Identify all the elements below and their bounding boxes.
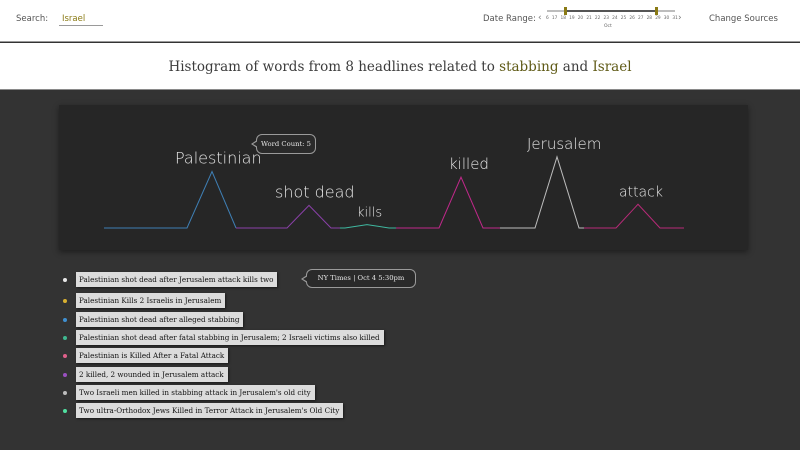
title-band: Histogram of words from 8 headlines rela… [0,43,800,90]
title-conjunction: and [562,59,589,75]
word-histogram-chart: Palestinian shot dead kills killed Jerusalem… [59,105,748,250]
headline-text[interactable]: Palestinian shot dead after Jerusalem at… [76,272,278,287]
date-day-tick[interactable]: 27 [638,16,643,21]
date-next-arrow-icon[interactable]: › [678,13,682,23]
date-day-tick[interactable]: 28 [647,16,652,21]
date-day-tick[interactable]: 30 [664,16,669,21]
date-day-tick[interactable]: 19 [569,16,574,21]
histogram-peak-palestinian[interactable] [104,170,237,229]
headline-text[interactable]: Palestinian Kills 2 Israelis in Jerusale… [76,293,226,309]
date-day-tick[interactable]: 26 [629,16,634,21]
date-day-tick[interactable]: 6 [546,16,549,21]
date-day-ticks: 6 17 18 19 20 21 22 23 24 25 26 27 28 29 30 31 [546,16,678,21]
date-day-tick[interactable]: 18 [560,16,565,21]
headline-bullet-icon [63,354,67,359]
date-day-tick[interactable]: 20 [578,16,583,21]
headline-text[interactable]: Palestinian shot dead after fatal stabbi… [76,329,384,345]
headline-bullet-icon [63,372,67,377]
headline-text[interactable]: 2 killed, 2 wounded in Jerusalem attack [76,366,228,382]
date-prev-arrow-icon[interactable]: ‹ [538,13,542,23]
date-range-label: Date Range: [483,14,536,24]
histogram-peak-attack[interactable] [584,203,684,229]
title-keyword-1: stabbing [499,59,559,75]
histogram-peak-jerusalem[interactable] [500,155,584,229]
title-keyword-2: Israel [592,59,632,75]
histogram-word-label: Palestinian [175,149,262,168]
change-sources-link[interactable]: Change Sources [709,14,778,24]
headline-text[interactable]: Two ultra-Orthodox Jews Killed in Terror… [76,403,344,419]
headline-bullet-icon [63,299,67,304]
word-count-tooltip: Word Count: 5 [251,134,316,154]
histogram-word-label: Jerusalem [527,135,601,153]
histogram-peak-killed[interactable] [396,175,500,229]
search-input[interactable] [59,12,103,26]
date-range-start-handle[interactable] [564,7,567,15]
date-day-tick[interactable]: 22 [595,16,600,21]
headline-bullet-icon [63,409,67,414]
histogram-word-label: killed [449,155,489,173]
date-day-tick[interactable]: 23 [604,16,609,21]
date-month-label: Oct [604,24,612,29]
histogram-word-label: attack [619,184,663,200]
date-day-tick[interactable]: 17 [552,16,557,21]
histogram-peak-shot-dead[interactable] [236,204,340,229]
search-label: Search: [16,14,49,24]
histogram-word-label: kills [357,206,382,221]
date-day-tick[interactable]: 25 [621,16,626,21]
date-day-tick[interactable]: 21 [586,16,591,21]
histogram-svg: Palestinian shot deadkills killed Jerusalem… [104,135,684,229]
headline-text[interactable]: Palestinian shot dead after alleged stab… [76,311,244,327]
headline-bullet-icon [63,390,67,395]
page-title: Histogram of words from 8 headlines rela… [0,59,800,75]
headline-bullet-icon [63,278,67,282]
date-day-tick[interactable]: 24 [612,16,617,21]
headline-text[interactable]: Palestinian is Killed After a Fatal Atta… [76,348,229,364]
date-day-tick[interactable]: 29 [655,16,660,21]
headline-bullet-icon [63,335,67,340]
date-range-selection [565,10,656,12]
histogram-peak-kills[interactable] [340,224,396,229]
title-prefix: Histogram of words from 8 headlines rela… [168,59,495,75]
top-bar: Search: Date Range: ‹ 61718 19 2021 22 2324 2… [0,0,800,42]
histogram-word-label: shot dead [275,182,355,201]
headline-text[interactable]: Two Israeli men killed in stabbing attac… [76,384,315,400]
headline-bullet-icon [63,317,67,322]
source-tooltip: NY Times | Oct 4 5:30pm [301,269,416,288]
date-range-end-handle[interactable] [655,7,658,15]
